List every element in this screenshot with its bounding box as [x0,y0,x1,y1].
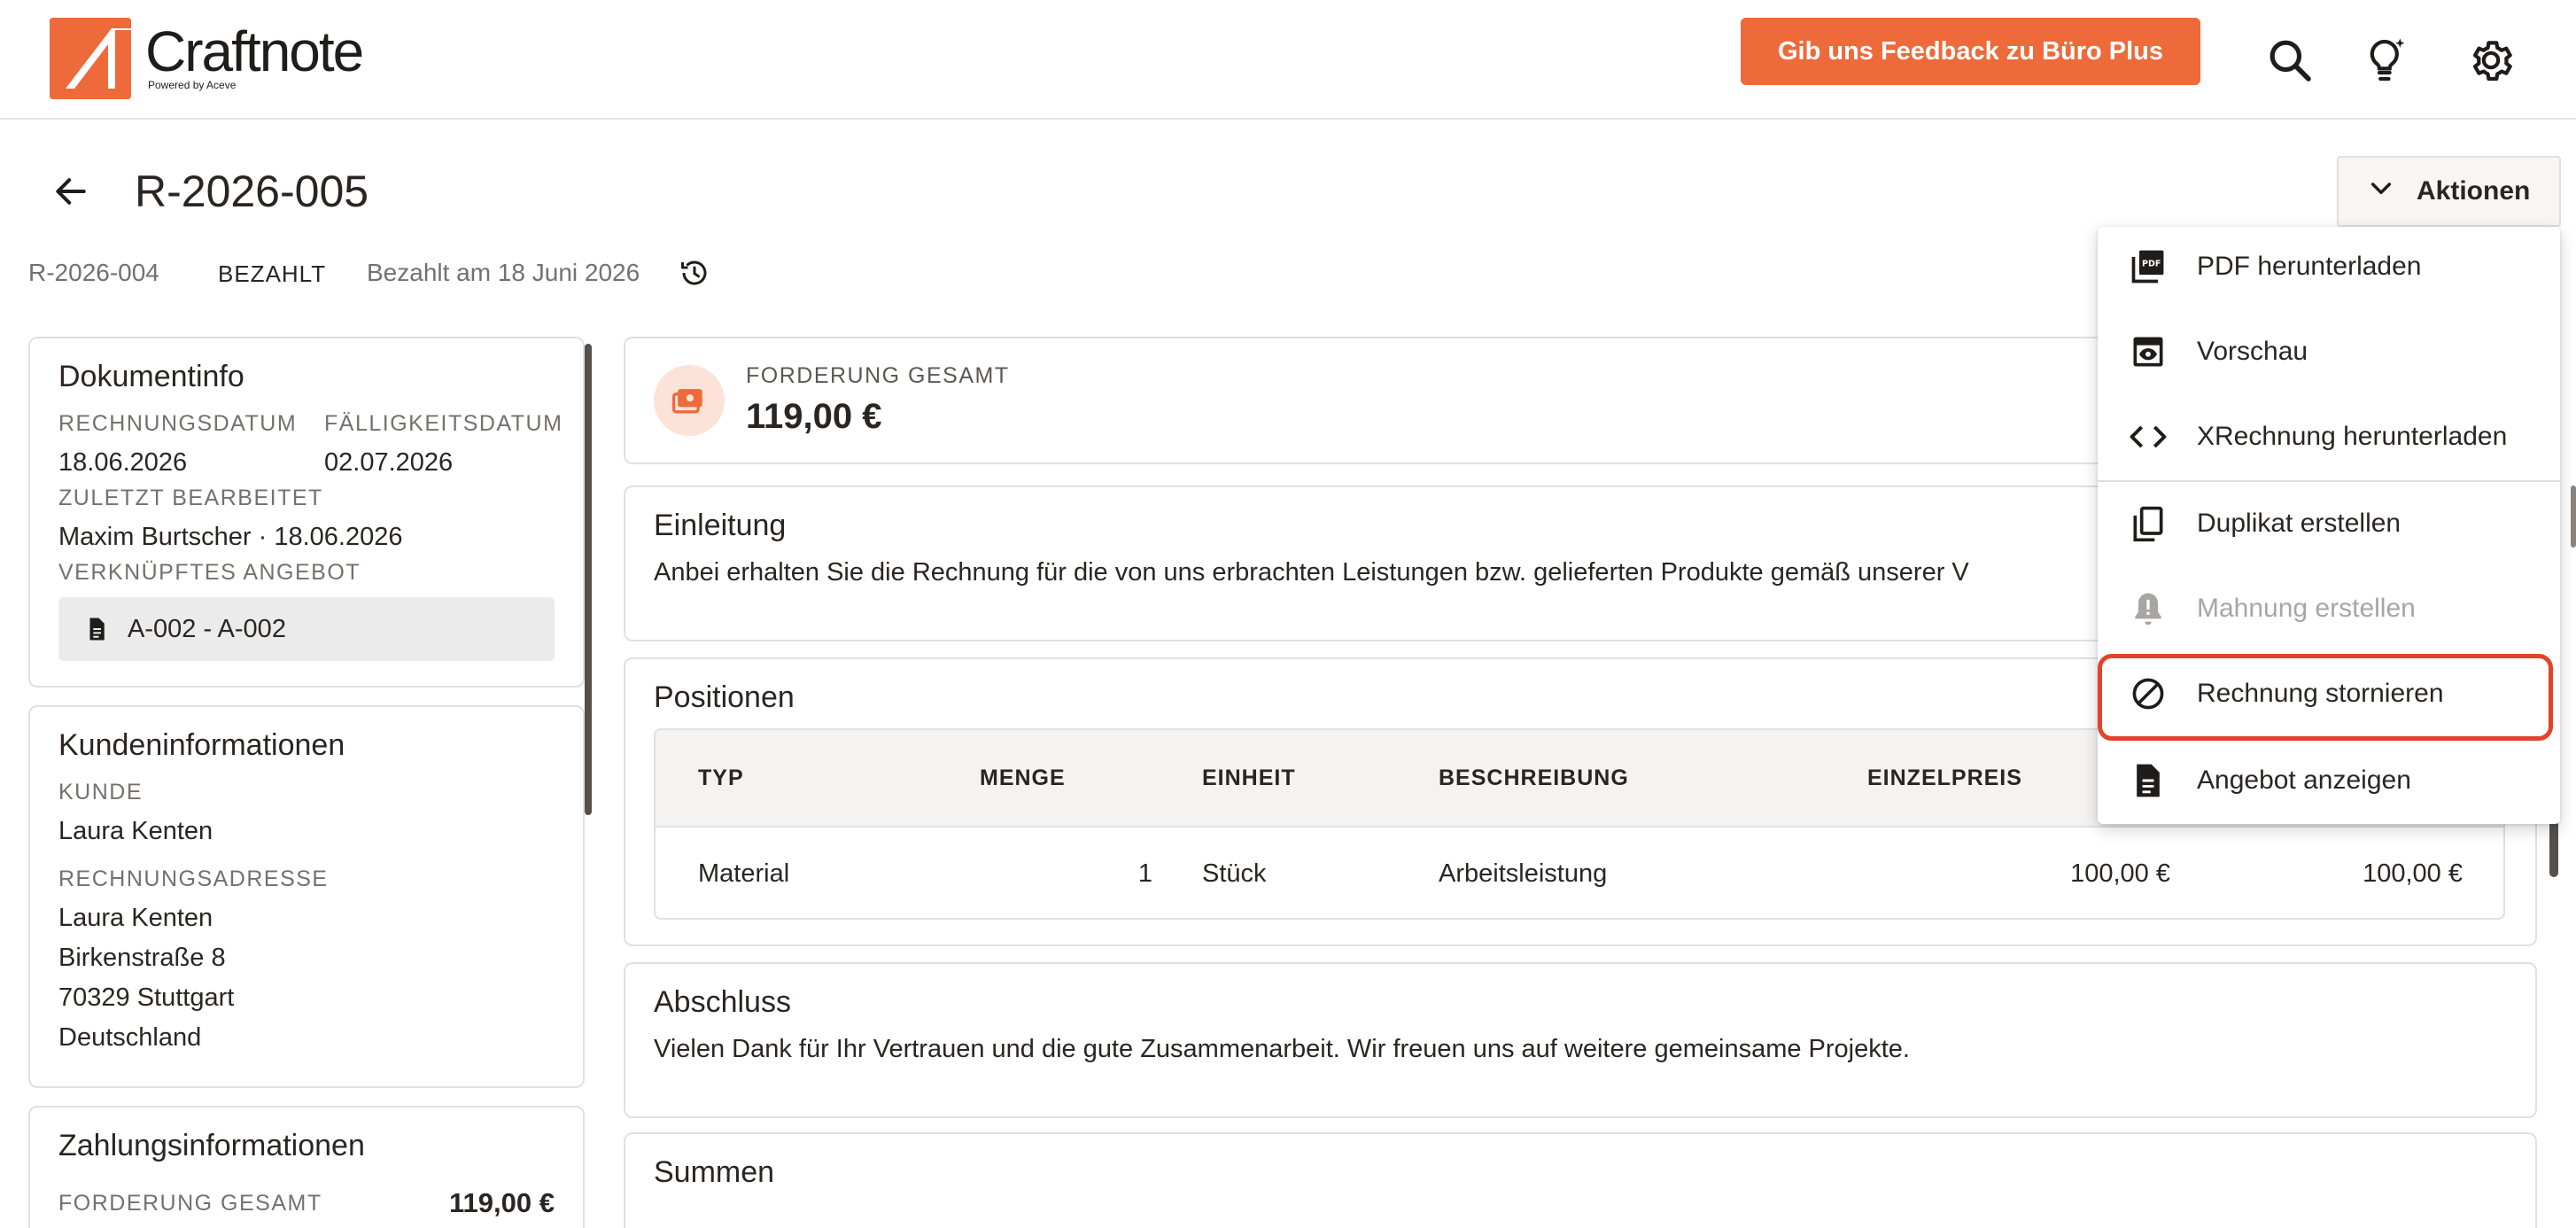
customer-info-card: Kundeninformationen KUNDE Laura Kenten R… [28,705,585,1088]
actions-dropdown-button[interactable]: Aktionen [2337,156,2561,227]
invoice-date-label: RECHNUNGSDATUM [58,411,298,436]
panel-title: Abschluss [654,985,791,1019]
column-header-unit-price: EINZELPREIS [1867,766,2022,790]
card-title: Kundeninformationen [58,728,345,762]
column-header-unit: EINHEIT [1202,766,1296,790]
main-scrollbar[interactable] [2549,820,2558,877]
copy-icon [2128,503,2169,544]
left-scrollbar[interactable] [585,344,592,815]
summary-total-value: 119,00 € [746,397,882,436]
panel-title: Summen [654,1155,775,1189]
menu-item-show-offer[interactable]: Angebot anzeigen [2098,741,2560,820]
document-icon [89,618,105,641]
menu-label: Duplikat erstellen [2197,509,2401,538]
status-badge: BEZAHLT [218,260,327,287]
menu-item-reminder[interactable]: Mahnung erstellen [2098,569,2560,649]
menu-item-preview[interactable]: Vorschau [2098,312,2560,392]
lightbulb-sparkle-icon[interactable] [2359,34,2412,87]
payment-total-value: 119,00 € [449,1187,555,1218]
menu-label: PDF herunterladen [2197,252,2422,281]
menu-label: Mahnung erstellen [2197,594,2416,623]
payment-total-label: FORDERUNG GESAMT [58,1191,322,1216]
cell-type: Material [698,859,790,888]
customer-label: KUNDE [58,780,144,804]
linked-offer-chip[interactable]: A-002 - A-002 [58,597,555,661]
craftnote-logo-icon[interactable] [50,18,131,99]
logo-subtext: Powered by Aceve [148,79,237,91]
summary-total-label: FORDERUNG GESAMT [746,363,1010,388]
address-country: Deutschland [58,1023,202,1052]
cell-description: Arbeitsleistung [1439,859,1608,888]
chevron-down-icon [2367,174,2395,209]
app-header: Craftnote Powered by Aceve Gib uns Feedb… [0,0,2576,120]
address-street: Birkenstraße 8 [58,944,226,972]
search-icon[interactable] [2263,34,2316,87]
code-icon [2128,416,2169,457]
pdf-icon: PDF [2128,246,2169,287]
money-icon [654,365,725,436]
last-edited-label: ZULETZT BEARBEITET [58,486,323,510]
intro-text: Anbei erhalten Sie die Rechnung für die … [654,558,1969,587]
cell-unit-price: 100,00 € [2070,859,2170,888]
preview-icon [2128,331,2169,372]
payment-info-card: Zahlungsinformationen FORDERUNG GESAMT 1… [28,1106,585,1228]
linked-offer-label: VERKNÜPFTES ANGEBOT [58,560,361,585]
address-city: 70329 Stuttgart [58,983,235,1012]
back-arrow-icon[interactable] [50,170,92,213]
feedback-button[interactable]: Gib uns Feedback zu Büro Plus [1741,18,2200,85]
page-title: R-2026-005 [135,167,369,216]
closing-panel: Abschluss Vielen Dank für Ihr Vertrauen … [624,962,2537,1118]
column-header-quantity: MENGE [980,766,1066,790]
column-header-type: TYP [698,766,744,790]
linked-offer-text: A-002 - A-002 [128,614,286,643]
cell-total: 100,00 € [2363,859,2463,888]
menu-label: Angebot anzeigen [2197,766,2411,795]
closing-text: Vielen Dank für Ihr Vertrauen und die gu… [654,1035,1910,1063]
logo-text: Craftnote [145,19,364,83]
highlight-box [2098,654,2553,741]
due-date-label: FÄLLIGKEITSDATUM [324,411,563,436]
customer-name: Laura Kenten [58,817,213,845]
menu-item-duplicate[interactable]: Duplikat erstellen [2098,484,2560,563]
menu-label: XRechnung herunterladen [2197,422,2508,451]
actions-label: Aktionen [2417,176,2531,206]
address-name: Laura Kenten [58,904,213,932]
history-icon[interactable] [679,257,710,289]
menu-divider [2098,480,2560,482]
card-title: Zahlungsinformationen [58,1129,365,1162]
document-info-card: Dokumentinfo RECHNUNGSDATUM FÄLLIGKEITSD… [28,337,585,688]
previous-invoice-ref[interactable]: R-2026-004 [28,259,159,287]
panel-title: Einleitung [654,509,787,542]
column-header-description: BESCHREIBUNG [1439,766,1629,790]
card-title: Dokumentinfo [58,360,244,393]
bell-alert-icon [2128,588,2169,629]
billing-address-label: RECHNUNGSADRESSE [58,867,329,891]
quantity-text: 1 [1137,859,1152,888]
menu-item-pdf-download[interactable]: PDF PDF herunterladen [2098,227,2560,307]
panel-title: Positionen [654,680,795,714]
document-icon [2128,760,2169,801]
last-edited-value: Maxim Burtscher · 18.06.2026 [58,523,403,551]
due-date-value: 02.07.2026 [324,448,454,477]
sums-panel: Summen [624,1132,2537,1228]
svg-text:PDF: PDF [2142,259,2161,268]
cell-unit: Stück [1202,859,1267,888]
menu-item-xrechnung-download[interactable]: XRechnung herunterladen [2098,397,2560,477]
menu-label: Vorschau [2197,337,2308,366]
invoice-date-value: 18.06.2026 [58,448,188,477]
gear-icon[interactable] [2464,34,2518,87]
page-scrollbar[interactable] [2571,486,2576,548]
paid-date-text: Bezahlt am 18 Juni 2026 [367,259,640,286]
